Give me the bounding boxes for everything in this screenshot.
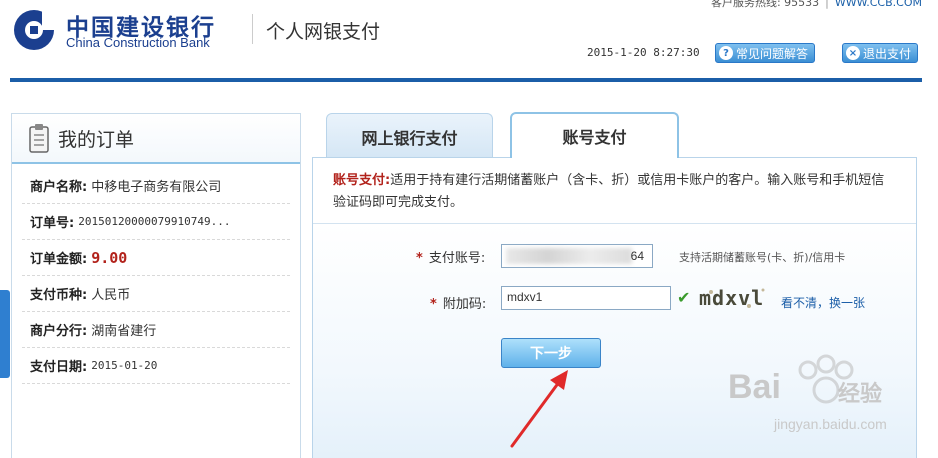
- header-divider: [252, 14, 253, 44]
- order-amount-value: 9.00: [91, 248, 128, 267]
- account-label-text: 支付账号:: [428, 251, 486, 266]
- faq-label: 常见问题解答: [736, 46, 809, 61]
- code-field-label: * 附加码:: [430, 293, 486, 312]
- captcha-refresh[interactable]: 看不清，换一张: [781, 294, 865, 311]
- account-number-tail: 64: [630, 249, 644, 263]
- site-link[interactable]: WWW.CCB.COM: [835, 0, 922, 9]
- order-row-number: 订单号: 20150120000079910749...: [22, 204, 290, 240]
- service-title: 个人网银支付: [266, 21, 381, 43]
- description-keyword: 账号支付:: [333, 173, 391, 188]
- captcha-text: mdxvl: [699, 286, 764, 310]
- masked-account-digits: [506, 248, 632, 264]
- exit-button[interactable]: × 退出支付: [842, 43, 919, 63]
- description-text: 适用于持有建行活期储蓄账户（含卡、折）或信用卡账户的客户。输入账号和手机短信验证…: [333, 173, 885, 210]
- payment-description: 账号支付:适用于持有建行活期储蓄账户（含卡、折）或信用卡账户的客户。输入账号和手…: [313, 158, 916, 224]
- order-details: 商户名称: 中移电子商务有限公司 订单号: 201501200000799107…: [12, 164, 300, 384]
- order-row-amount: 订单金额: 9.00: [22, 240, 290, 276]
- check-icon: ✔: [677, 288, 691, 307]
- order-row-currency: 支付币种: 人民币: [22, 276, 290, 312]
- exit-label: 退出支付: [863, 46, 912, 61]
- ccb-logo-icon: [14, 10, 56, 50]
- hotline-bar: 客户服务热线: 95533 | WWW.CCB.COM: [711, 0, 922, 10]
- order-label: 支付币种:: [30, 288, 88, 303]
- required-icon: *: [430, 297, 437, 312]
- paw-watermark-icon: [798, 354, 854, 404]
- clipboard-icon: [29, 124, 49, 153]
- order-value: 湖南省建行: [91, 324, 157, 339]
- order-header: 我的订单: [12, 114, 300, 164]
- order-label: 商户名称:: [30, 180, 88, 195]
- brand-name-en: China Construction Bank: [66, 35, 210, 50]
- refresh-link[interactable]: 换一张: [829, 296, 865, 310]
- order-value: 20150120000079910749...: [78, 215, 231, 228]
- captcha-image[interactable]: mdxvl: [697, 284, 775, 312]
- refresh-text: 看不清，: [781, 296, 830, 310]
- order-value: 2015-01-20: [91, 359, 158, 372]
- order-label: 订单金额:: [30, 252, 88, 267]
- order-label: 支付日期:: [30, 360, 88, 375]
- tab-online-banking[interactable]: 网上银行支付: [326, 113, 493, 159]
- hotline-text: 客户服务热线: 95533: [710, 0, 820, 9]
- close-icon: ×: [846, 46, 860, 60]
- order-value: 人民币: [91, 288, 131, 303]
- order-label: 商户分行:: [30, 324, 88, 339]
- order-row-merchant: 商户名称: 中移电子商务有限公司: [22, 168, 290, 204]
- side-feedback-tab[interactable]: [0, 290, 10, 378]
- order-value: 中移电子商务有限公司: [91, 180, 222, 195]
- header-divider-line: [10, 78, 922, 82]
- account-number-input[interactable]: 64: [501, 244, 653, 268]
- order-panel: 我的订单 商户名称: 中移电子商务有限公司 订单号: 2015012000007…: [11, 113, 301, 458]
- question-icon: ?: [719, 46, 733, 60]
- account-hint: 支持活期储蓄账号(卡、折)/信用卡: [679, 251, 846, 264]
- order-row-date: 支付日期: 2015-01-20: [22, 348, 290, 384]
- required-icon: *: [416, 251, 423, 266]
- order-title: 我的订单: [58, 128, 135, 151]
- tab-account-payment[interactable]: 账号支付: [510, 112, 679, 158]
- order-row-branch: 商户分行: 湖南省建行: [22, 312, 290, 348]
- verification-code-input[interactable]: mdxv1: [501, 286, 671, 310]
- arrow-annotation-icon: [510, 370, 568, 448]
- account-field-label: * 支付账号:: [416, 247, 485, 266]
- order-label: 订单号:: [30, 216, 75, 231]
- faq-button[interactable]: ? 常见问题解答: [715, 43, 816, 63]
- datetime-display: 2015-1-20 8:27:30: [587, 46, 700, 59]
- code-label-text: 附加码:: [442, 297, 487, 312]
